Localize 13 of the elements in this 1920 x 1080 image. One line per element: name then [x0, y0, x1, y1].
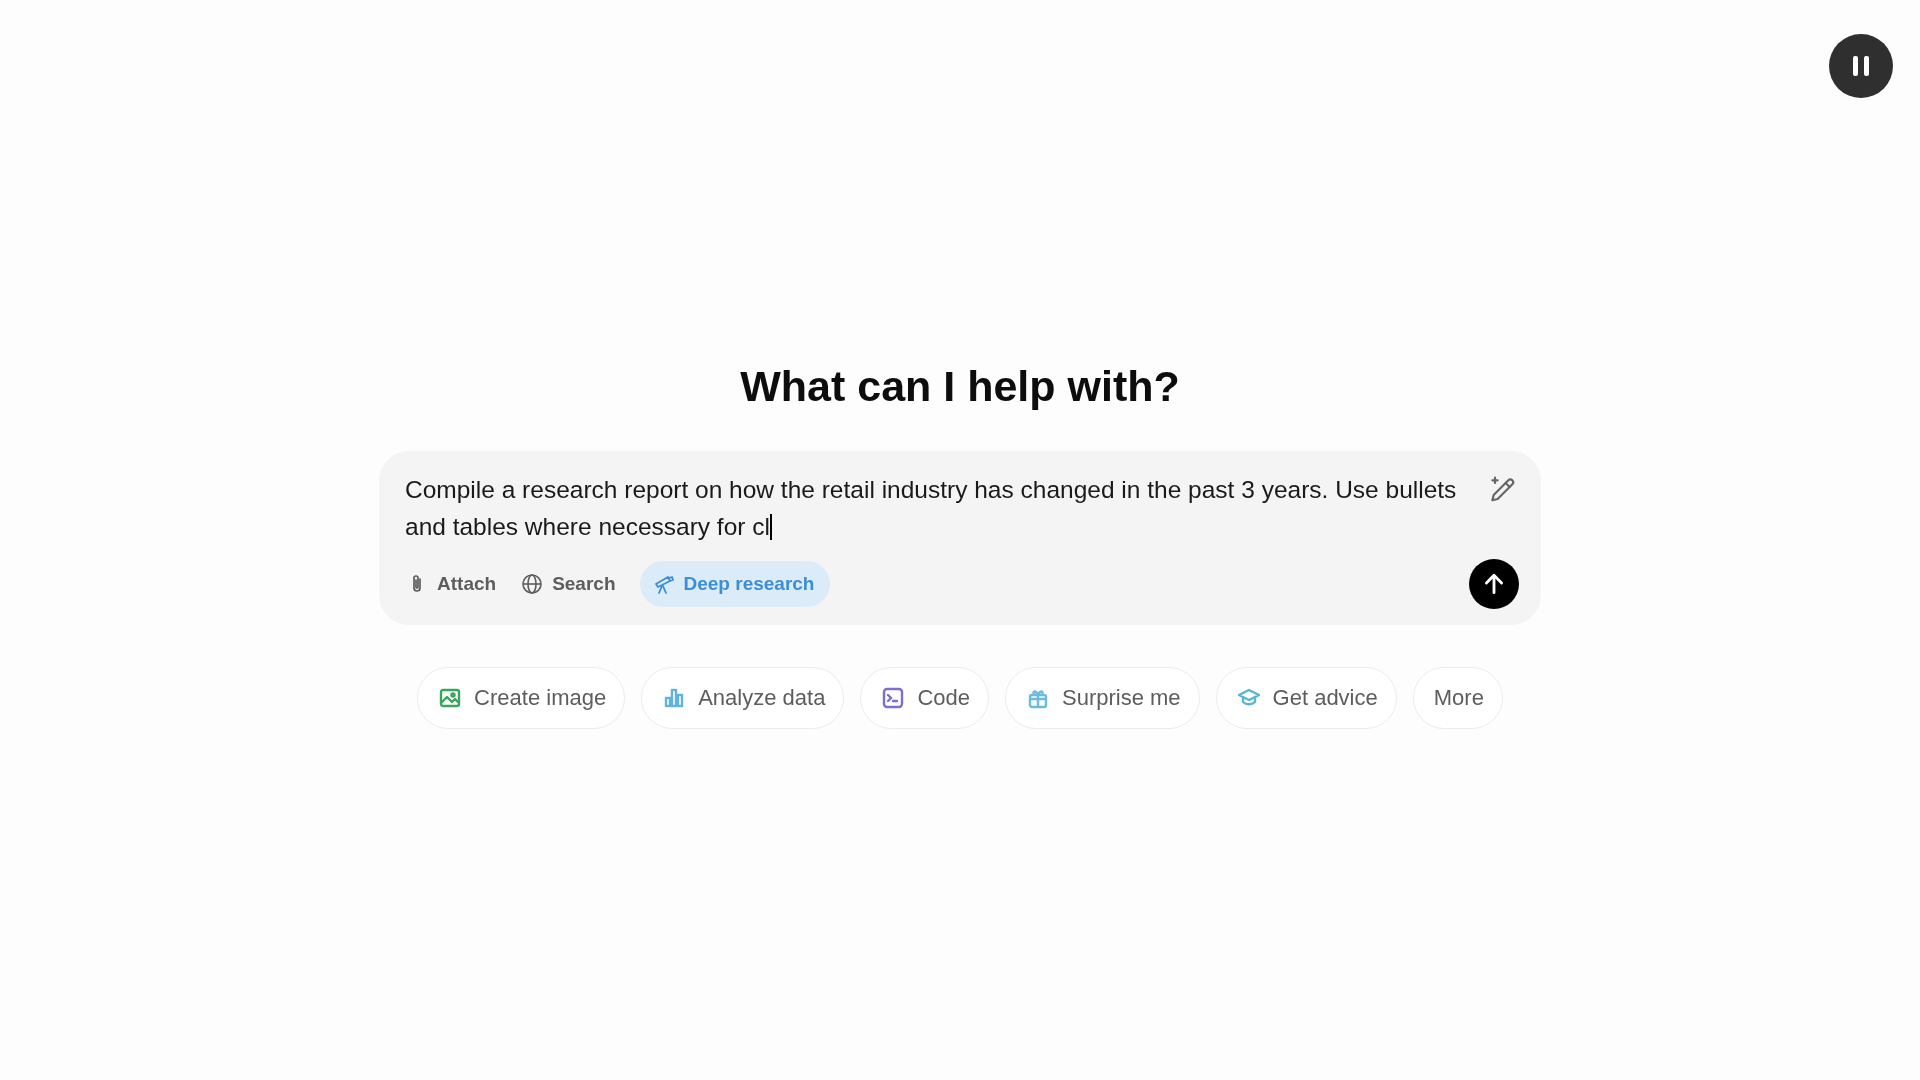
- suggestion-chip[interactable]: Surprise me: [1005, 667, 1200, 729]
- suggestion-chip[interactable]: Analyze data: [641, 667, 845, 729]
- attach-button[interactable]: Attach: [405, 561, 511, 607]
- prompt-field[interactable]: Compile a research report on how the retail industry has changed in the past 3 years. Use bullets and tables where necessary for cl: [405, 471, 1467, 545]
- search-button[interactable]: Search: [520, 561, 630, 607]
- suggestion-chip[interactable]: Get advice: [1215, 667, 1397, 729]
- suggestion-chip[interactable]: Code: [860, 667, 989, 729]
- pause-icon: [1850, 54, 1872, 78]
- globe-icon: [520, 572, 545, 596]
- send-button[interactable]: [1469, 559, 1519, 609]
- heading: What can I help with?: [740, 362, 1180, 411]
- suggestion-chip[interactable]: More: [1412, 667, 1503, 729]
- suggestion-chip[interactable]: Create image: [417, 667, 626, 729]
